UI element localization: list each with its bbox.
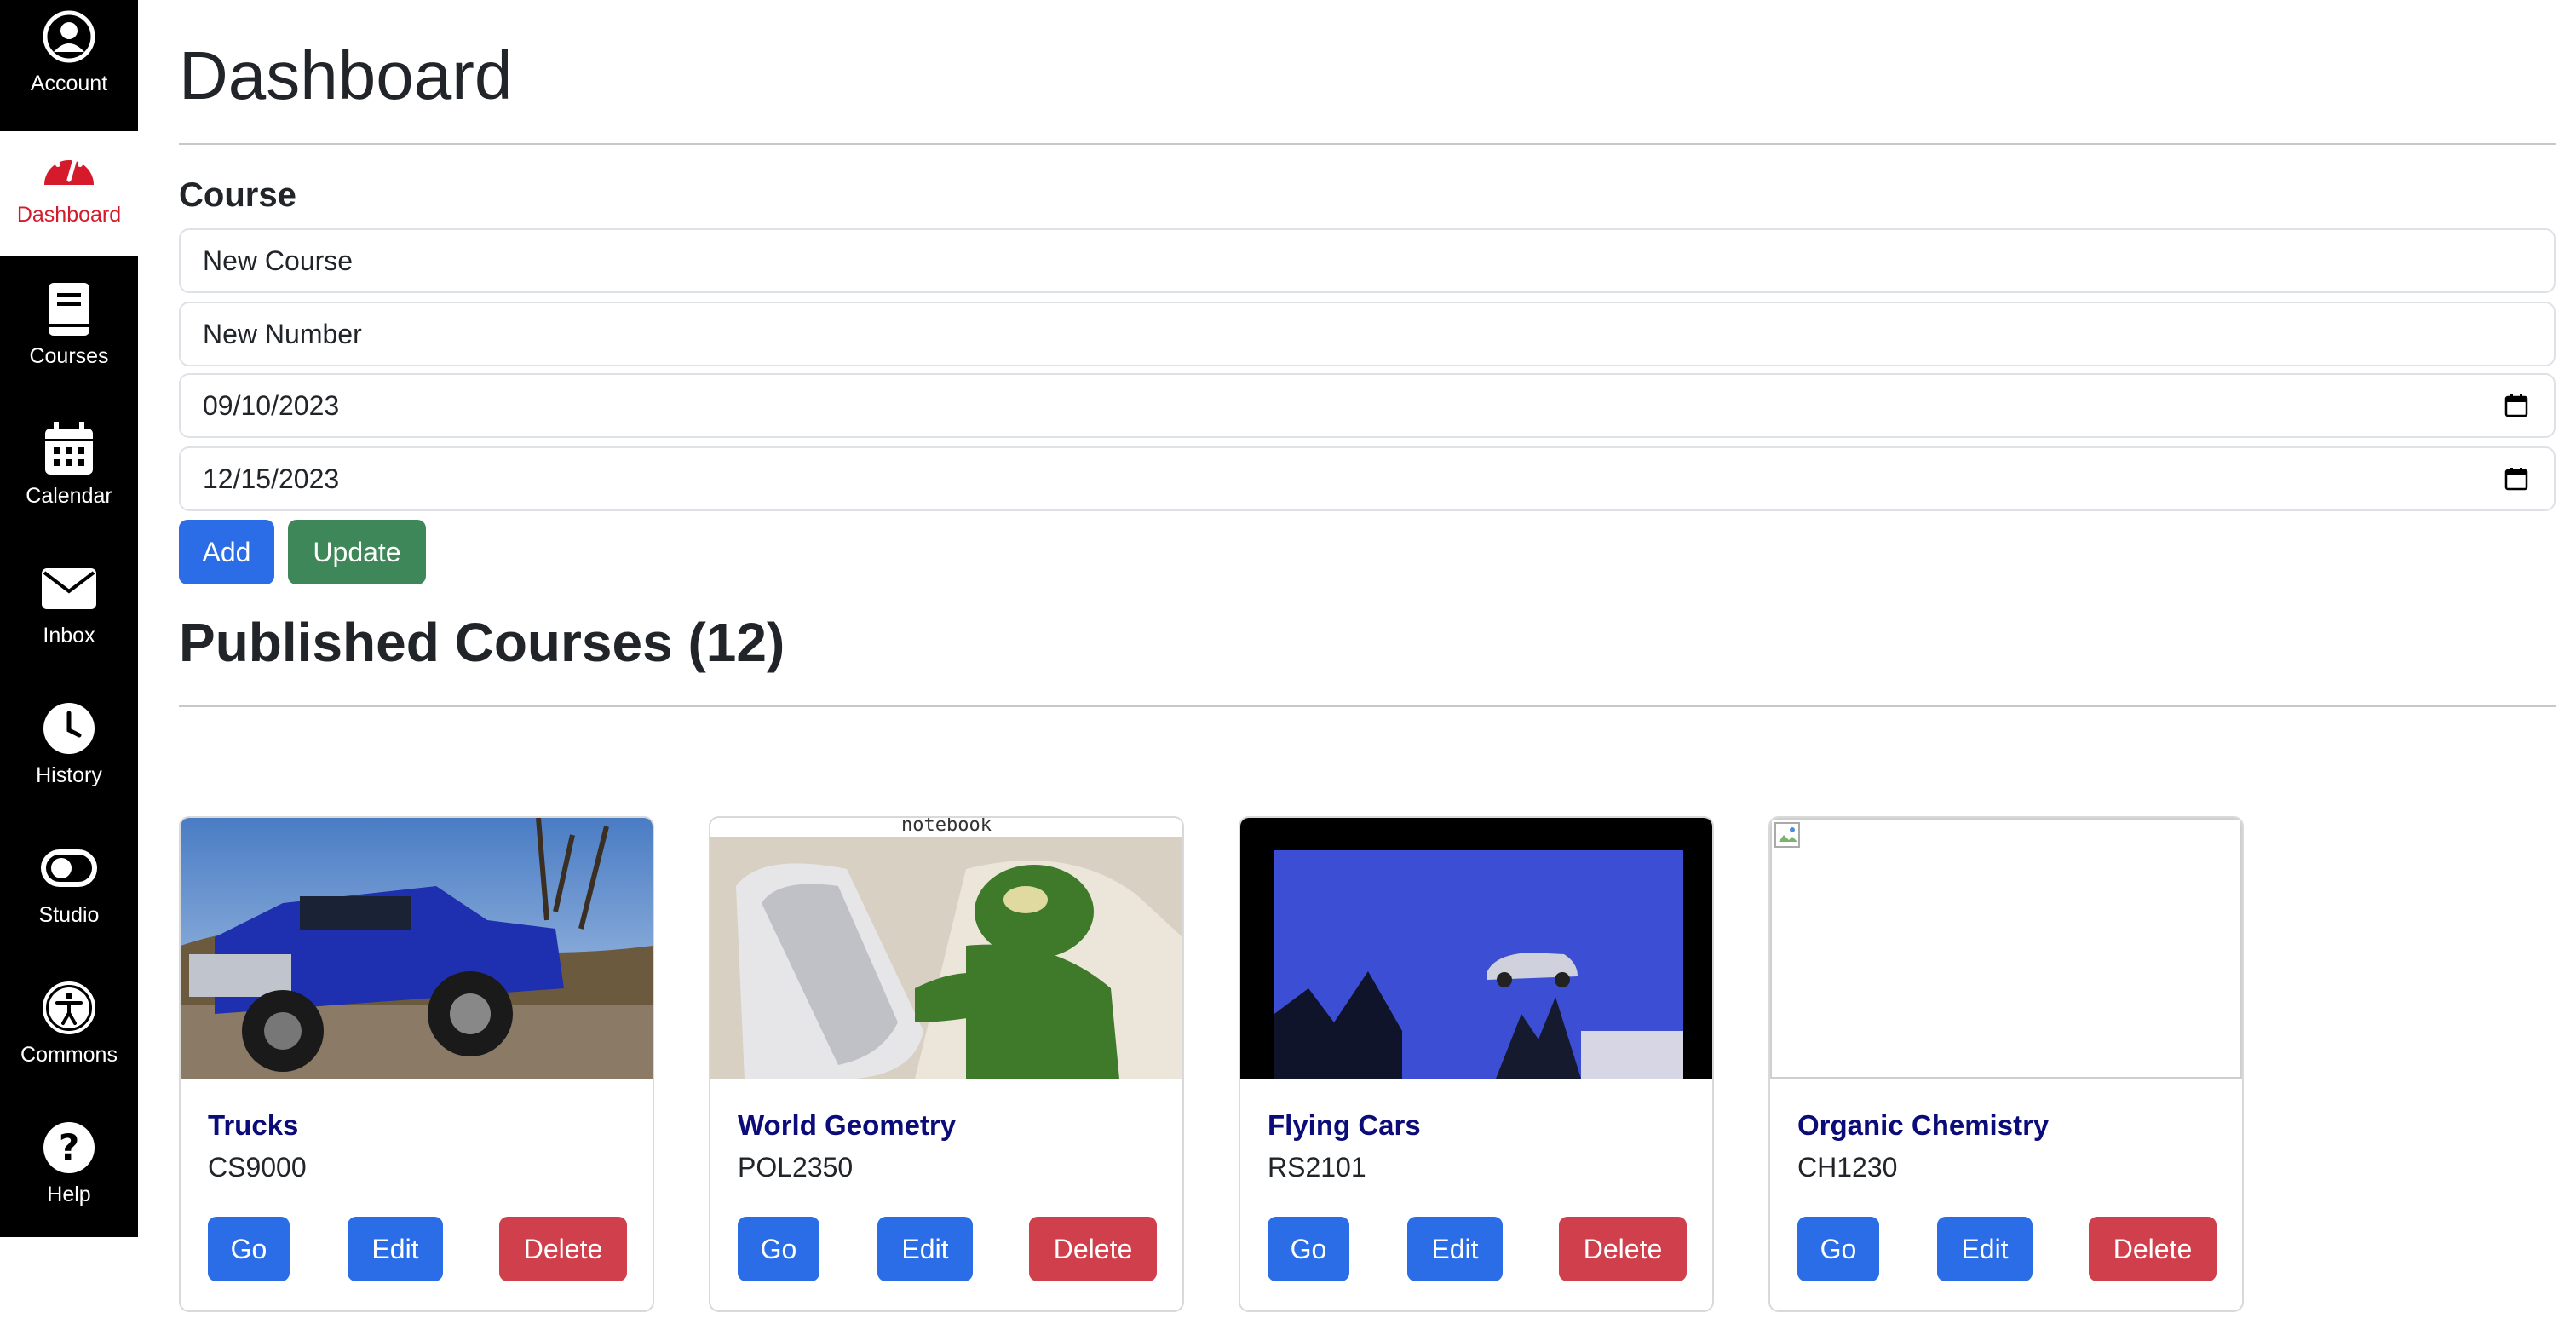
course-number-value: New Number (203, 318, 362, 349)
sidebar-item-commons[interactable]: Commons (0, 971, 138, 1108)
course-navigation-sidebar: Account Dashboard Courses Calendar Inbox… (0, 0, 138, 1237)
add-course-button[interactable]: Add (179, 520, 274, 584)
course-number: RS2101 (1268, 1152, 1366, 1183)
course-title[interactable]: Organic Chemistry (1797, 1109, 2049, 1142)
course-title[interactable]: Flying Cars (1268, 1109, 1421, 1142)
sidebar-item-calendar[interactable]: Calendar (0, 412, 138, 549)
clock-icon (41, 700, 97, 757)
course-image-flying-cars[interactable] (1240, 818, 1712, 1079)
calendar-picker-icon[interactable] (2504, 467, 2528, 491)
edit-button[interactable]: Edit (1407, 1217, 1503, 1281)
sidebar-item-label: Calendar (26, 484, 112, 508)
start-date-input[interactable]: 09/10/2023 (179, 373, 2556, 438)
account-icon (41, 9, 97, 65)
sidebar-item-label: Inbox (43, 624, 95, 648)
edit-button[interactable]: Edit (1937, 1217, 2033, 1281)
calendar-picker-icon[interactable] (2504, 394, 2528, 417)
course-image-world-geometry[interactable]: notebook (710, 818, 1182, 1079)
course-name-input[interactable]: New Course (179, 228, 2556, 293)
sidebar-item-dashboard[interactable]: Dashboard (0, 131, 138, 256)
sidebar-item-inbox[interactable]: Inbox (0, 552, 138, 688)
course-card: Organic Chemistry CH1230 Go Edit Delete (1768, 816, 2244, 1312)
end-date-input[interactable]: 12/15/2023 (179, 446, 2556, 511)
course-number: CS9000 (208, 1152, 307, 1183)
image-caption: notebook (901, 818, 992, 836)
course-number: POL2350 (738, 1152, 854, 1183)
sidebar-item-label: Commons (20, 1043, 118, 1067)
delete-button[interactable]: Delete (2089, 1217, 2217, 1281)
page-title: Dashboard (179, 37, 513, 113)
delete-button[interactable]: Delete (1029, 1217, 1157, 1281)
sidebar-item-history[interactable]: History (0, 692, 138, 828)
sidebar-item-courses[interactable]: Courses (0, 273, 138, 409)
help-icon: ? (41, 1120, 97, 1176)
delete-button[interactable]: Delete (1559, 1217, 1687, 1281)
sidebar-item-label: History (36, 763, 102, 787)
end-date-value: 12/15/2023 (203, 463, 340, 494)
start-date-value: 09/10/2023 (203, 389, 340, 421)
sidebar-item-label: Dashboard (16, 203, 122, 227)
course-card: Flying Cars RS2101 Go Edit Delete (1239, 816, 1714, 1312)
sidebar-item-label: Help (47, 1183, 91, 1206)
broken-image-icon (1774, 822, 1800, 848)
sidebar-item-account[interactable]: Account (0, 0, 138, 131)
sidebar-item-studio[interactable]: Studio (0, 832, 138, 968)
course-image-trucks[interactable] (181, 818, 653, 1079)
course-card: notebook World Geometry POL2350 Go Edit … (709, 816, 1184, 1312)
course-form-label: Course (179, 176, 296, 214)
sidebar-item-help[interactable]: ? Help (0, 1111, 138, 1247)
accessibility-icon (41, 980, 97, 1036)
book-icon (41, 281, 97, 337)
sidebar-item-label: Courses (29, 344, 109, 368)
go-button[interactable]: Go (208, 1217, 290, 1281)
svg-text:?: ? (59, 1126, 79, 1168)
course-card: Trucks CS9000 Go Edit Delete (179, 816, 654, 1312)
inbox-icon (41, 561, 97, 617)
course-image-organic-chemistry[interactable] (1770, 818, 2242, 1079)
go-button[interactable]: Go (1268, 1217, 1349, 1281)
edit-button[interactable]: Edit (348, 1217, 443, 1281)
title-divider (179, 143, 2556, 145)
published-courses-title: Published Courses (12) (179, 612, 785, 673)
course-number-input[interactable]: New Number (179, 302, 2556, 366)
go-button[interactable]: Go (1797, 1217, 1879, 1281)
studio-icon (41, 840, 97, 896)
course-number: CH1230 (1797, 1152, 1898, 1183)
sidebar-item-label: Account (30, 72, 108, 95)
calendar-icon (41, 421, 97, 477)
sidebar-item-label: Studio (38, 903, 100, 927)
dashboard-icon (41, 140, 97, 196)
delete-button[interactable]: Delete (499, 1217, 627, 1281)
course-name-value: New Course (203, 245, 354, 276)
course-title[interactable]: World Geometry (738, 1109, 956, 1142)
edit-button[interactable]: Edit (877, 1217, 973, 1281)
go-button[interactable]: Go (738, 1217, 819, 1281)
course-title[interactable]: Trucks (208, 1109, 298, 1142)
update-course-button[interactable]: Update (288, 520, 426, 584)
courses-divider (179, 705, 2556, 707)
